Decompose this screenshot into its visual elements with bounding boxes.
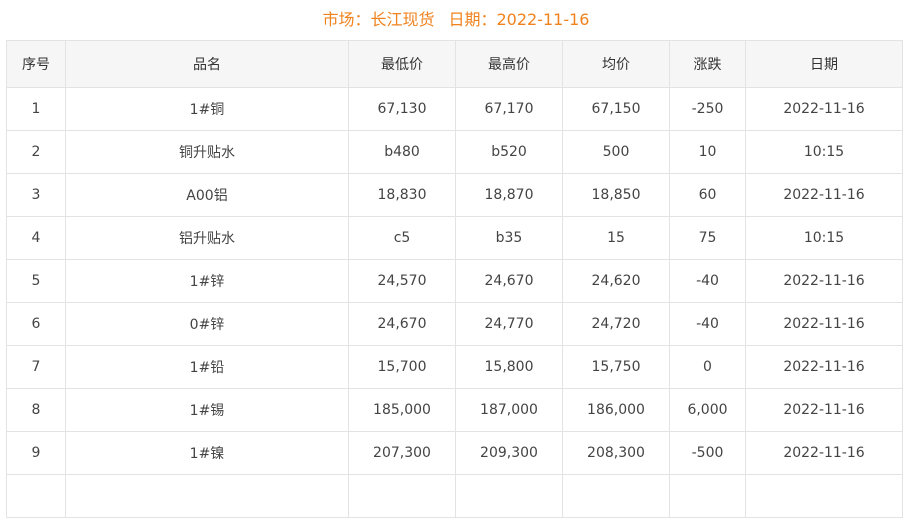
- cell-date: 2022-11-16: [745, 302, 903, 346]
- cell-date: 2022-11-16: [745, 431, 903, 475]
- cell-change: 10: [669, 130, 746, 174]
- column-header-no: 序号: [6, 40, 66, 88]
- table-row: 1 1#铜 67,130 67,170 67,150 -250 2022-11-…: [6, 87, 903, 131]
- table-header-row: 序号 品名 最低价 最高价 均价 涨跌 日期: [6, 40, 903, 88]
- cell-high: 187,000: [455, 388, 563, 432]
- cell-high: 209,300: [455, 431, 563, 475]
- cell-high: 15,800: [455, 345, 563, 389]
- table-row: 2 铜升贴水 b480 b520 500 10 10:15: [6, 130, 903, 174]
- cell-date: 2022-11-16: [745, 345, 903, 389]
- cell-empty: [562, 474, 670, 518]
- cell-low: 185,000: [348, 388, 456, 432]
- cell-low: 18,830: [348, 173, 456, 217]
- cell-name: A00铝: [65, 173, 349, 217]
- cell-no: 2: [6, 130, 66, 174]
- column-header-low: 最低价: [348, 40, 456, 88]
- column-header-change: 涨跌: [669, 40, 746, 88]
- cell-name: 1#锡: [65, 388, 349, 432]
- cell-low: 15,700: [348, 345, 456, 389]
- table-row: 5 1#锌 24,570 24,670 24,620 -40 2022-11-1…: [6, 259, 903, 303]
- cell-avg: 15: [562, 216, 670, 260]
- cell-date: 2022-11-16: [745, 173, 903, 217]
- cell-low: c5: [348, 216, 456, 260]
- cell-change: -500: [669, 431, 746, 475]
- cell-low: b480: [348, 130, 456, 174]
- cell-date: 2022-11-16: [745, 87, 903, 131]
- table-row-partial: [6, 474, 903, 518]
- date-label: 日期：2022-11-16: [448, 10, 590, 29]
- cell-change: -40: [669, 259, 746, 303]
- cell-high: 24,670: [455, 259, 563, 303]
- column-header-name: 品名: [65, 40, 349, 88]
- column-header-high: 最高价: [455, 40, 563, 88]
- price-table: 序号 品名 最低价 最高价 均价 涨跌 日期 1 1#铜 67,130 67,1…: [6, 40, 903, 518]
- table-row: 9 1#镍 207,300 209,300 208,300 -500 2022-…: [6, 431, 903, 475]
- cell-no: 8: [6, 388, 66, 432]
- cell-avg: 186,000: [562, 388, 670, 432]
- cell-change: -250: [669, 87, 746, 131]
- cell-change: 60: [669, 173, 746, 217]
- cell-avg: 18,850: [562, 173, 670, 217]
- cell-empty: [455, 474, 563, 518]
- cell-change: -40: [669, 302, 746, 346]
- cell-avg: 67,150: [562, 87, 670, 131]
- cell-name: 1#锌: [65, 259, 349, 303]
- cell-avg: 208,300: [562, 431, 670, 475]
- cell-change: 75: [669, 216, 746, 260]
- table-row: 7 1#铅 15,700 15,800 15,750 0 2022-11-16: [6, 345, 903, 389]
- cell-high: 24,770: [455, 302, 563, 346]
- page-title: 市场：长江现货 日期：2022-11-16: [0, 8, 912, 32]
- cell-name: 1#镍: [65, 431, 349, 475]
- cell-empty: [745, 474, 903, 518]
- cell-empty: [6, 474, 66, 518]
- cell-empty: [348, 474, 456, 518]
- cell-no: 3: [6, 173, 66, 217]
- cell-no: 5: [6, 259, 66, 303]
- cell-change: 0: [669, 345, 746, 389]
- cell-low: 67,130: [348, 87, 456, 131]
- cell-no: 7: [6, 345, 66, 389]
- cell-date: 10:15: [745, 130, 903, 174]
- cell-low: 24,570: [348, 259, 456, 303]
- cell-no: 1: [6, 87, 66, 131]
- cell-empty: [65, 474, 349, 518]
- cell-name: 0#锌: [65, 302, 349, 346]
- cell-name: 1#铜: [65, 87, 349, 131]
- cell-date: 2022-11-16: [745, 259, 903, 303]
- column-header-date: 日期: [745, 40, 903, 88]
- cell-avg: 15,750: [562, 345, 670, 389]
- cell-date: 2022-11-16: [745, 388, 903, 432]
- cell-no: 4: [6, 216, 66, 260]
- cell-high: 18,870: [455, 173, 563, 217]
- table-row: 8 1#锡 185,000 187,000 186,000 6,000 2022…: [6, 388, 903, 432]
- cell-low: 24,670: [348, 302, 456, 346]
- cell-avg: 24,620: [562, 259, 670, 303]
- cell-no: 6: [6, 302, 66, 346]
- cell-avg: 500: [562, 130, 670, 174]
- cell-high: 67,170: [455, 87, 563, 131]
- column-header-avg: 均价: [562, 40, 670, 88]
- cell-date: 10:15: [745, 216, 903, 260]
- market-label: 市场：长江现货: [322, 10, 435, 29]
- cell-avg: 24,720: [562, 302, 670, 346]
- cell-name: 1#铅: [65, 345, 349, 389]
- table-row: 6 0#锌 24,670 24,770 24,720 -40 2022-11-1…: [6, 302, 903, 346]
- table-row: 4 铝升贴水 c5 b35 15 75 10:15: [6, 216, 903, 260]
- cell-high: b520: [455, 130, 563, 174]
- cell-high: b35: [455, 216, 563, 260]
- cell-no: 9: [6, 431, 66, 475]
- cell-name: 铜升贴水: [65, 130, 349, 174]
- cell-empty: [669, 474, 746, 518]
- table-row: 3 A00铝 18,830 18,870 18,850 60 2022-11-1…: [6, 173, 903, 217]
- cell-low: 207,300: [348, 431, 456, 475]
- cell-change: 6,000: [669, 388, 746, 432]
- cell-name: 铝升贴水: [65, 216, 349, 260]
